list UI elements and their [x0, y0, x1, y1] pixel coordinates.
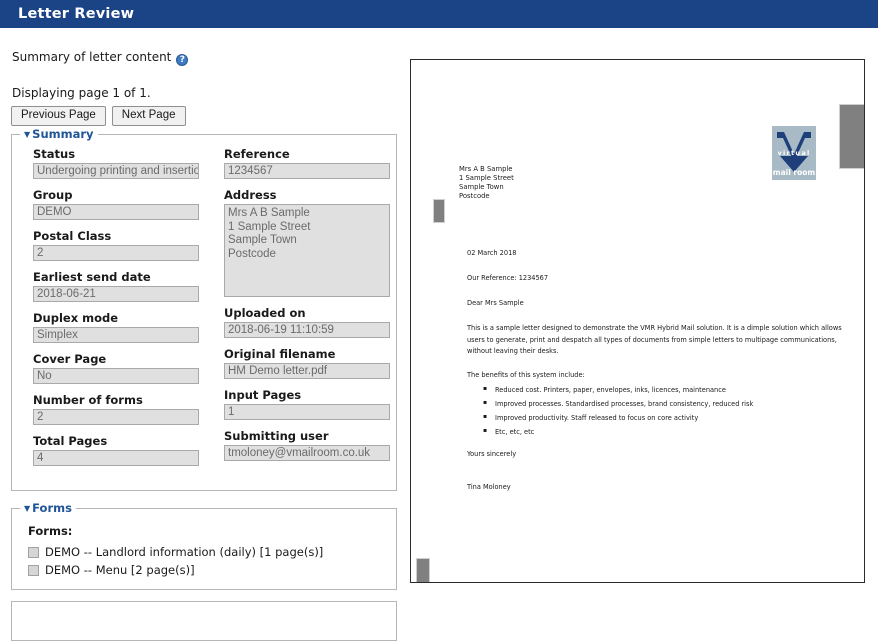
- field-value-postal-class: 2: [33, 245, 199, 261]
- forms-fieldset: ▼ Forms Forms: DEMO -- Landlord informati…: [11, 501, 397, 590]
- summary-fieldset: ▼ Summary Status Undergoing printing and …: [11, 127, 397, 491]
- letter-date: 02 March 2018: [467, 249, 517, 257]
- forms-legend[interactable]: ▼ Forms: [20, 501, 76, 515]
- summary-subtitle-text: Summary of letter content: [12, 50, 172, 64]
- field-reference: Reference 1234567: [224, 147, 394, 179]
- field-label: Original filename: [224, 347, 336, 361]
- summary-columns: Status Undergoing printing and insertion…: [12, 141, 396, 490]
- field-label: Total Pages: [33, 434, 108, 448]
- next-collapsed-fieldset: [11, 601, 397, 641]
- list-item: Improved productivity. Staff released to…: [483, 412, 842, 423]
- page-marker-block-bottom: [416, 558, 430, 582]
- field-duplex-mode: Duplex mode Simplex: [33, 311, 203, 343]
- paging-status: Displaying page 1 of 1.: [12, 86, 151, 100]
- field-earliest-send-date: Earliest send date 2018-06-21: [33, 270, 203, 302]
- logo-text-mailroom: mail room: [772, 168, 816, 177]
- forms-content: Forms: DEMO -- Landlord information (dai…: [12, 515, 396, 577]
- field-value-duplex-mode: Simplex: [33, 327, 199, 343]
- summary-right-column: Reference 1234567 Address Mrs A B Sample…: [224, 147, 394, 470]
- field-value-total-pages: 4: [33, 450, 199, 466]
- letter-reference: Our Reference: 1234567: [467, 274, 549, 282]
- field-label: Input Pages: [224, 388, 302, 402]
- field-cover-page: Cover Page No: [33, 352, 203, 384]
- summary-pane: Summary of letter content? Displaying pa…: [0, 31, 412, 641]
- field-uploaded-on: Uploaded on 2018-06-19 11:10:59: [224, 306, 394, 338]
- list-item: Reduced cost. Printers, paper, envelopes…: [483, 384, 842, 395]
- collapse-caret-icon: ▼: [24, 503, 31, 513]
- field-submitting-user: Submitting user tmoloney@vmailroom.co.uk: [224, 429, 394, 461]
- letter-body: 02 March 2018 Our Reference: 1234567 Dea…: [467, 248, 842, 493]
- field-original-filename: Original filename HM Demo letter.pdf: [224, 347, 394, 379]
- forms-heading: Forms:: [28, 524, 73, 538]
- letter-benefits-list: Reduced cost. Printers, paper, envelopes…: [467, 384, 842, 437]
- letter-paragraph: This is a sample letter designed to demo…: [467, 324, 842, 355]
- list-item: Etc, etc, etc: [483, 426, 842, 437]
- field-label: Earliest send date: [33, 270, 151, 284]
- summary-left-column: Status Undergoing printing and insertion…: [33, 147, 203, 475]
- field-value-submitting-user: tmoloney@vmailroom.co.uk: [224, 445, 390, 461]
- field-value-reference: 1234567: [224, 163, 390, 179]
- page-title: Letter Review: [18, 6, 135, 22]
- field-label: Uploaded on: [224, 306, 306, 320]
- page-marker-block-right: [839, 104, 864, 169]
- page-marker-block-left: [433, 199, 445, 223]
- letter-signoff: Yours sincerely: [467, 449, 517, 458]
- field-status: Status Undergoing printing and insertion: [33, 147, 203, 179]
- field-value-uploaded-on: 2018-06-19 11:10:59: [224, 322, 390, 338]
- virtual-mail-room-logo: virtual mail room: [772, 126, 816, 180]
- next-page-button[interactable]: Next Page: [111, 106, 186, 126]
- summary-legend-label: Summary: [32, 127, 94, 141]
- field-total-pages: Total Pages 4: [33, 434, 203, 466]
- field-number-of-forms: Number of forms 2: [33, 393, 203, 425]
- help-icon[interactable]: ?: [176, 54, 189, 66]
- field-label: Duplex mode: [33, 311, 119, 325]
- field-label: Reference: [224, 147, 290, 161]
- field-label: Address: [224, 188, 277, 202]
- field-value-group: DEMO: [33, 204, 199, 220]
- form-label: DEMO -- Landlord information (daily) [1 …: [45, 545, 324, 559]
- letter-preview-pane[interactable]: virtual mail room Mrs A B Sample 1 Sampl…: [410, 59, 865, 583]
- forms-legend-label: Forms: [32, 501, 72, 515]
- list-item: Improved processes. Standardised process…: [483, 398, 842, 409]
- page-header: Letter Review: [0, 0, 878, 31]
- field-value-original-filename: HM Demo letter.pdf: [224, 363, 390, 379]
- field-label: Postal Class: [33, 229, 112, 243]
- letter-page: virtual mail room Mrs A B Sample 1 Sampl…: [411, 60, 864, 582]
- field-label: Group: [33, 188, 73, 202]
- letter-signer: Tina Moloney: [467, 482, 511, 491]
- letter-recipient-address: Mrs A B Sample 1 Sample Street Sample To…: [459, 165, 514, 200]
- field-value-input-pages: 1: [224, 404, 390, 420]
- field-value-earliest-send-date: 2018-06-21: [33, 286, 199, 302]
- field-value-cover-page: No: [33, 368, 199, 384]
- field-postal-class: Postal Class 2: [33, 229, 203, 261]
- paging-buttons: Previous Page Next Page: [11, 106, 186, 126]
- field-value-address: Mrs A B Sample 1 Sample Street Sample To…: [224, 204, 390, 297]
- summary-subtitle: Summary of letter content?: [12, 50, 189, 66]
- form-checkbox[interactable]: [28, 564, 39, 576]
- field-label: Status: [33, 147, 76, 161]
- form-checkbox[interactable]: [28, 546, 39, 558]
- letter-salutation: Dear Mrs Sample: [467, 299, 524, 307]
- list-item[interactable]: DEMO -- Landlord information (daily) [1 …: [28, 545, 396, 559]
- field-value-number-of-forms: 2: [33, 409, 199, 425]
- field-value-status: Undergoing printing and insertion: [33, 163, 199, 179]
- letter-benefits-intro: The benefits of this system include:: [467, 370, 585, 379]
- field-label: Submitting user: [224, 429, 329, 443]
- previous-page-button[interactable]: Previous Page: [11, 106, 106, 126]
- field-input-pages: Input Pages 1: [224, 388, 394, 420]
- field-group: Group DEMO: [33, 188, 203, 220]
- summary-legend[interactable]: ▼ Summary: [20, 127, 98, 141]
- collapse-caret-icon: ▼: [24, 129, 31, 139]
- list-item[interactable]: DEMO -- Menu [2 page(s)]: [28, 563, 396, 577]
- field-label: Cover Page: [33, 352, 107, 366]
- field-address: Address Mrs A B Sample 1 Sample Street S…: [224, 188, 394, 297]
- logo-text-virtual: virtual: [777, 149, 811, 157]
- form-label: DEMO -- Menu [2 page(s)]: [45, 563, 195, 577]
- field-label: Number of forms: [33, 393, 143, 407]
